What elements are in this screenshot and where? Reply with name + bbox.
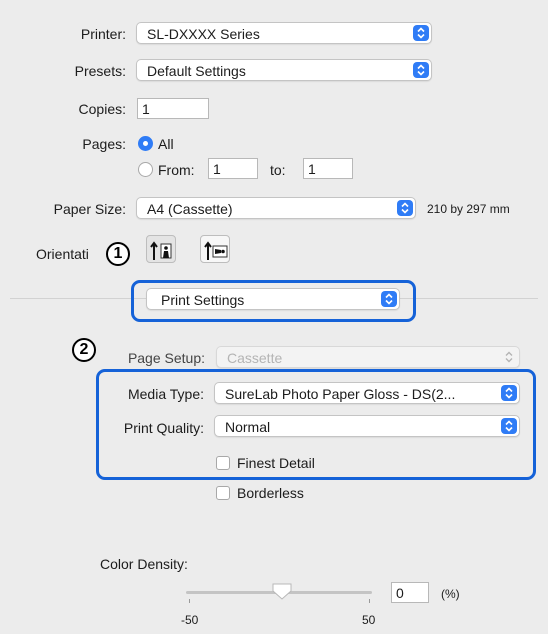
orientation-portrait-button[interactable] — [146, 235, 176, 263]
print-settings-popup[interactable]: Print Settings — [146, 288, 400, 310]
print-quality-label: Print Quality: — [123, 420, 204, 436]
page-setup-popup: Cassette — [216, 346, 520, 368]
popup-stepper-icon — [413, 62, 429, 78]
popup-stepper-icon — [397, 200, 413, 216]
popup-stepper-icon — [501, 385, 517, 401]
orientation-landscape-button[interactable] — [200, 235, 230, 263]
popup-stepper-icon — [501, 418, 517, 434]
landscape-orientation-icon — [204, 241, 228, 260]
slider-tick-min — [189, 599, 190, 603]
pages-to-input[interactable]: 1 — [303, 158, 353, 179]
presets-value: Default Settings — [147, 63, 246, 79]
pages-from-input[interactable]: 1 — [208, 158, 258, 179]
paper-size-popup[interactable]: A4 (Cassette) — [136, 197, 416, 219]
print-quality-popup[interactable]: Normal — [214, 415, 520, 437]
printer-popup[interactable]: SL-DXXXX Series — [136, 22, 432, 44]
popup-stepper-icon — [503, 349, 515, 368]
color-density-slider-thumb[interactable] — [271, 582, 293, 602]
page-setup-label: Page Setup: — [127, 350, 205, 366]
pages-label: Pages: — [82, 136, 126, 152]
pages-from-radio[interactable] — [138, 162, 153, 177]
print-dialog: Printer: SL-DXXXX Series Presets: Defaul… — [0, 0, 548, 634]
pages-from-value: 1 — [213, 161, 221, 177]
color-density-label: Color Density: — [100, 556, 188, 572]
paper-dimensions: 210 by 297 mm — [427, 202, 510, 216]
popup-stepper-icon — [381, 291, 397, 307]
popup-stepper-icon — [413, 25, 429, 41]
presets-label: Presets: — [74, 63, 126, 79]
print-settings-value: Print Settings — [161, 292, 245, 308]
pages-to-value: 1 — [308, 161, 316, 177]
copies-input[interactable]: 1 — [137, 98, 209, 119]
pages-all-label: All — [158, 136, 174, 152]
orientation-label: Orientati — [36, 246, 89, 262]
pages-all-radio[interactable] — [138, 136, 153, 151]
media-type-value: SureLab Photo Paper Gloss - DS(2... — [225, 386, 456, 402]
color-density-input[interactable]: 0 — [391, 582, 429, 603]
borderless-label: Borderless — [237, 485, 304, 501]
page-setup-value: Cassette — [227, 350, 283, 366]
slider-tick-max — [369, 599, 370, 603]
finest-detail-checkbox[interactable] — [216, 456, 230, 470]
printer-label: Printer: — [80, 26, 126, 42]
media-type-label: Media Type: — [127, 386, 204, 402]
media-type-popup[interactable]: SureLab Photo Paper Gloss - DS(2... — [214, 382, 520, 404]
callout-badge-2: 2 — [72, 338, 96, 362]
borderless-checkbox[interactable] — [216, 486, 230, 500]
finest-detail-label: Finest Detail — [237, 455, 315, 471]
color-density-unit: (%) — [441, 587, 460, 601]
pages-to-label: to: — [270, 162, 286, 178]
copies-value: 1 — [142, 101, 150, 117]
presets-popup[interactable]: Default Settings — [136, 59, 432, 81]
paper-size-value: A4 (Cassette) — [147, 201, 233, 217]
copies-label: Copies: — [78, 101, 126, 117]
print-quality-value: Normal — [225, 419, 271, 435]
paper-size-label: Paper Size: — [53, 201, 126, 217]
color-density-value: 0 — [396, 585, 404, 601]
callout-badge-1: 1 — [106, 242, 130, 266]
printer-value: SL-DXXXX Series — [147, 26, 260, 42]
color-density-min-label: -50 — [181, 613, 199, 627]
color-density-max-label: 50 — [362, 613, 376, 627]
portrait-orientation-icon — [150, 241, 172, 260]
pages-from-label: From: — [158, 162, 195, 178]
